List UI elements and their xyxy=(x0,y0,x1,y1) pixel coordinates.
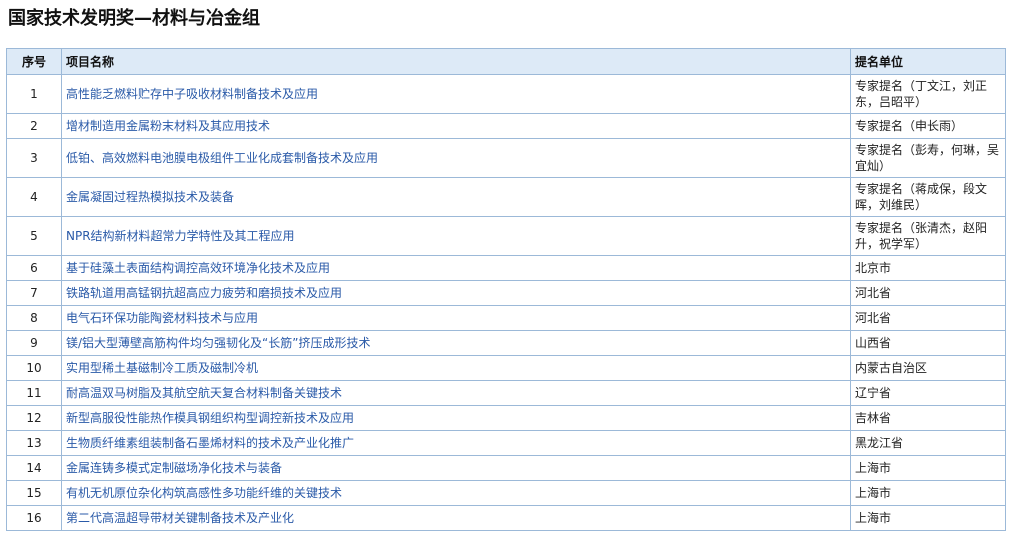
row-nominating-unit: 专家提名（丁文江，刘正东，吕昭平） xyxy=(850,74,1006,114)
project-name-link[interactable]: 有机无机原位杂化构筑高感性多功能纤维的关键技术 xyxy=(66,486,342,500)
table-row: 11 耐高温双马树脂及其航空航天复合材料制备关键技术 辽宁省 xyxy=(6,380,1006,406)
row-project-cell: 有机无机原位杂化构筑高感性多功能纤维的关键技术 xyxy=(61,480,851,506)
table-row: 5 NPR结构新材料超常力学特性及其工程应用 专家提名（张清杰，赵阳升，祝学军） xyxy=(6,216,1006,256)
row-project-cell: 生物质纤维素组装制备石墨烯材料的技术及产业化推广 xyxy=(61,430,851,456)
row-serial-number: 8 xyxy=(6,305,62,331)
row-project-cell: 第二代高温超导带材关键制备技术及产业化 xyxy=(61,505,851,531)
project-name-link[interactable]: 铁路轨道用高锰钢抗超高应力疲劳和磨损技术及应用 xyxy=(66,286,342,300)
row-serial-number: 14 xyxy=(6,455,62,481)
row-project-cell: 高性能乏燃料贮存中子吸收材料制备技术及应用 xyxy=(61,74,851,114)
row-nominating-unit: 河北省 xyxy=(850,280,1006,306)
table-row: 15 有机无机原位杂化构筑高感性多功能纤维的关键技术 上海市 xyxy=(6,480,1006,506)
project-name-link[interactable]: 电气石环保功能陶瓷材料技术与应用 xyxy=(66,311,258,325)
row-project-cell: 镁/铝大型薄壁高筋构件均匀强韧化及“长筋”挤压成形技术 xyxy=(61,330,851,356)
row-serial-number: 7 xyxy=(6,280,62,306)
row-project-cell: 金属连铸多模式定制磁场净化技术与装备 xyxy=(61,455,851,481)
row-serial-number: 12 xyxy=(6,405,62,431)
row-nominating-unit: 山西省 xyxy=(850,330,1006,356)
row-project-cell: 增材制造用金属粉末材料及其应用技术 xyxy=(61,113,851,139)
row-project-cell: 低铂、高效燃料电池膜电极组件工业化成套制备技术及应用 xyxy=(61,138,851,178)
table-body: 1 高性能乏燃料贮存中子吸收材料制备技术及应用 专家提名（丁文江，刘正东，吕昭平） 2… xyxy=(6,74,1006,531)
row-serial-number: 16 xyxy=(6,505,62,531)
row-serial-number: 15 xyxy=(6,480,62,506)
row-serial-number: 11 xyxy=(6,380,62,406)
row-serial-number: 13 xyxy=(6,430,62,456)
header-nominating-unit: 提名单位 xyxy=(850,48,1006,75)
project-name-link[interactable]: 耐高温双马树脂及其航空航天复合材料制备关键技术 xyxy=(66,386,342,400)
row-serial-number: 5 xyxy=(6,216,62,256)
header-serial-number: 序号 xyxy=(6,48,62,75)
table-row: 9 镁/铝大型薄壁高筋构件均匀强韧化及“长筋”挤压成形技术 山西省 xyxy=(6,330,1006,356)
row-project-cell: 电气石环保功能陶瓷材料技术与应用 xyxy=(61,305,851,331)
row-project-cell: 金属凝固过程热模拟技术及装备 xyxy=(61,177,851,217)
row-nominating-unit: 专家提名（蒋成保，段文晖，刘维民） xyxy=(850,177,1006,217)
project-name-link[interactable]: NPR结构新材料超常力学特性及其工程应用 xyxy=(66,229,295,243)
row-serial-number: 10 xyxy=(6,355,62,381)
project-name-link[interactable]: 金属连铸多模式定制磁场净化技术与装备 xyxy=(66,461,282,475)
award-table-container: 序号 项目名称 提名单位 1 高性能乏燃料贮存中子吸收材料制备技术及应用 专家提名（… xyxy=(6,48,1006,531)
row-nominating-unit: 上海市 xyxy=(850,455,1006,481)
table-row: 1 高性能乏燃料贮存中子吸收材料制备技术及应用 专家提名（丁文江，刘正东，吕昭平） xyxy=(6,74,1006,114)
project-name-link[interactable]: 实用型稀土基磁制冷工质及磁制冷机 xyxy=(66,361,258,375)
table-row: 4 金属凝固过程热模拟技术及装备 专家提名（蒋成保，段文晖，刘维民） xyxy=(6,177,1006,217)
row-project-cell: 实用型稀土基磁制冷工质及磁制冷机 xyxy=(61,355,851,381)
page-title: 国家技术发明奖—材料与冶金组 xyxy=(8,8,260,29)
row-project-cell: 基于硅藻土表面结构调控高效环境净化技术及应用 xyxy=(61,255,851,281)
table-row: 10 实用型稀土基磁制冷工质及磁制冷机 内蒙古自治区 xyxy=(6,355,1006,381)
table-row: 2 增材制造用金属粉末材料及其应用技术 专家提名（申长雨） xyxy=(6,113,1006,139)
table-row: 7 铁路轨道用高锰钢抗超高应力疲劳和磨损技术及应用 河北省 xyxy=(6,280,1006,306)
table-row: 14 金属连铸多模式定制磁场净化技术与装备 上海市 xyxy=(6,455,1006,481)
header-project-name: 项目名称 xyxy=(61,48,851,75)
row-nominating-unit: 上海市 xyxy=(850,505,1006,531)
row-nominating-unit: 专家提名（彭寿，何琳，吴宜灿） xyxy=(850,138,1006,178)
row-nominating-unit: 吉林省 xyxy=(850,405,1006,431)
table-row: 6 基于硅藻土表面结构调控高效环境净化技术及应用 北京市 xyxy=(6,255,1006,281)
project-name-link[interactable]: 第二代高温超导带材关键制备技术及产业化 xyxy=(66,511,294,525)
project-name-link[interactable]: 新型高服役性能热作模具钢组织构型调控新技术及应用 xyxy=(66,411,354,425)
row-serial-number: 4 xyxy=(6,177,62,217)
row-serial-number: 9 xyxy=(6,330,62,356)
row-serial-number: 1 xyxy=(6,74,62,114)
table-row: 13 生物质纤维素组装制备石墨烯材料的技术及产业化推广 黑龙江省 xyxy=(6,430,1006,456)
row-serial-number: 6 xyxy=(6,255,62,281)
row-nominating-unit: 上海市 xyxy=(850,480,1006,506)
row-nominating-unit: 专家提名（张清杰，赵阳升，祝学军） xyxy=(850,216,1006,256)
project-name-link[interactable]: 镁/铝大型薄壁高筋构件均匀强韧化及“长筋”挤压成形技术 xyxy=(66,336,370,350)
project-name-link[interactable]: 生物质纤维素组装制备石墨烯材料的技术及产业化推广 xyxy=(66,436,354,450)
project-name-link[interactable]: 低铂、高效燃料电池膜电极组件工业化成套制备技术及应用 xyxy=(66,151,378,165)
project-name-link[interactable]: 高性能乏燃料贮存中子吸收材料制备技术及应用 xyxy=(66,87,318,101)
row-project-cell: 耐高温双马树脂及其航空航天复合材料制备关键技术 xyxy=(61,380,851,406)
table-row: 16 第二代高温超导带材关键制备技术及产业化 上海市 xyxy=(6,505,1006,531)
project-name-link[interactable]: 基于硅藻土表面结构调控高效环境净化技术及应用 xyxy=(66,261,330,275)
row-nominating-unit: 河北省 xyxy=(850,305,1006,331)
award-table: 序号 项目名称 提名单位 1 高性能乏燃料贮存中子吸收材料制备技术及应用 专家提名（… xyxy=(6,48,1006,531)
project-name-link[interactable]: 增材制造用金属粉末材料及其应用技术 xyxy=(66,119,270,133)
row-nominating-unit: 北京市 xyxy=(850,255,1006,281)
row-project-cell: NPR结构新材料超常力学特性及其工程应用 xyxy=(61,216,851,256)
row-nominating-unit: 辽宁省 xyxy=(850,380,1006,406)
row-nominating-unit: 内蒙古自治区 xyxy=(850,355,1006,381)
row-project-cell: 铁路轨道用高锰钢抗超高应力疲劳和磨损技术及应用 xyxy=(61,280,851,306)
row-project-cell: 新型高服役性能热作模具钢组织构型调控新技术及应用 xyxy=(61,405,851,431)
row-nominating-unit: 黑龙江省 xyxy=(850,430,1006,456)
table-row: 8 电气石环保功能陶瓷材料技术与应用 河北省 xyxy=(6,305,1006,331)
row-serial-number: 2 xyxy=(6,113,62,139)
row-nominating-unit: 专家提名（申长雨） xyxy=(850,113,1006,139)
table-row: 12 新型高服役性能热作模具钢组织构型调控新技术及应用 吉林省 xyxy=(6,405,1006,431)
table-header-row: 序号 项目名称 提名单位 xyxy=(6,48,1006,75)
table-row: 3 低铂、高效燃料电池膜电极组件工业化成套制备技术及应用 专家提名（彭寿，何琳，吴宜… xyxy=(6,138,1006,178)
row-serial-number: 3 xyxy=(6,138,62,178)
project-name-link[interactable]: 金属凝固过程热模拟技术及装备 xyxy=(66,190,234,204)
